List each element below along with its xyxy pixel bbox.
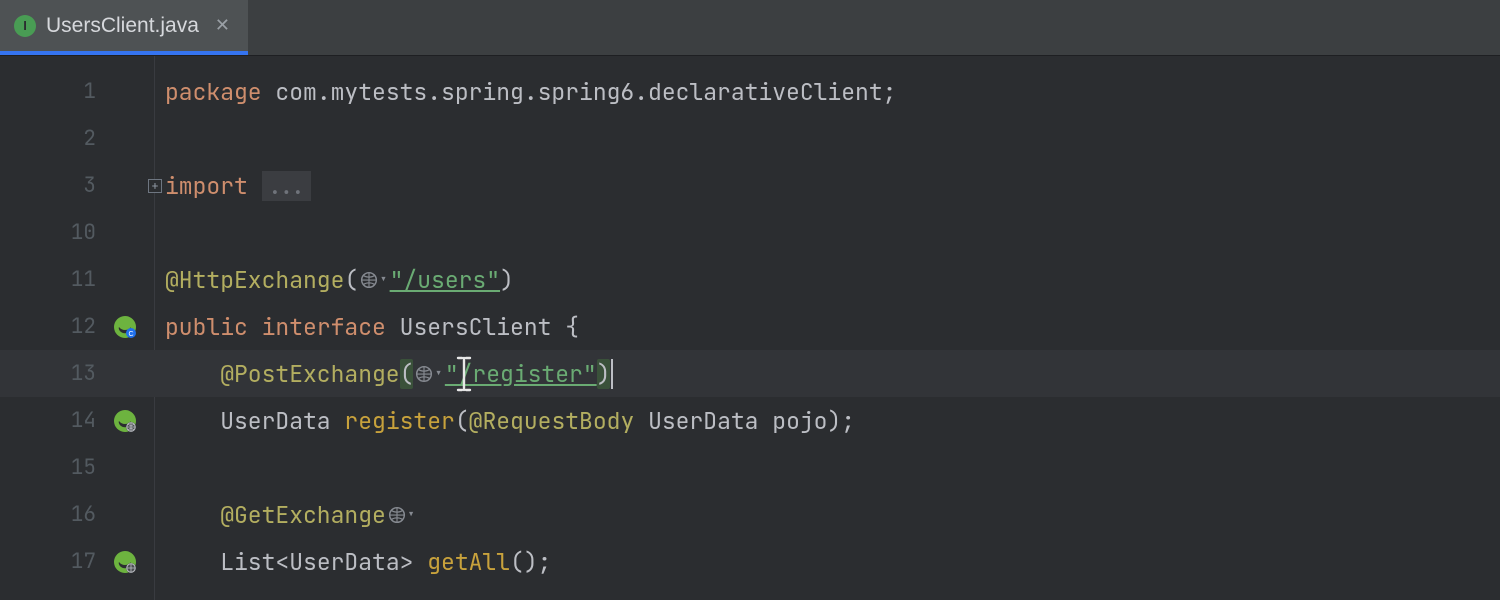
chevron-down-icon: ▾	[379, 271, 387, 289]
annotation: @RequestBody	[469, 406, 635, 436]
spring-web-gutter-icon[interactable]	[112, 549, 138, 575]
keyword: public	[165, 312, 248, 342]
type: UserData	[289, 547, 399, 577]
spring-bean-gutter-icon[interactable]: C	[112, 314, 138, 340]
gutter: 1 2 3 + 10 11 12 C 13 14 15 16	[0, 56, 155, 600]
keyword: interface	[262, 312, 386, 342]
svg-text:C: C	[128, 331, 133, 338]
chevron-down-icon: ▾	[407, 506, 415, 524]
line-number: 1	[56, 78, 96, 105]
annotation: @PostExchange	[220, 359, 399, 389]
tab-bar: I UsersClient.java ✕	[0, 0, 1500, 56]
text-caret	[611, 359, 613, 389]
line-number: 11	[56, 266, 96, 293]
spring-web-gutter-icon[interactable]	[112, 408, 138, 434]
annotation: @HttpExchange	[165, 265, 344, 295]
annotation: @GetExchange	[220, 500, 386, 530]
class-name: UsersClient	[400, 312, 552, 342]
line-number: 13	[56, 360, 96, 387]
line-number: 15	[56, 454, 96, 481]
editor-tab[interactable]: I UsersClient.java ✕	[0, 0, 248, 55]
editor: 1 2 3 + 10 11 12 C 13 14 15 16	[0, 56, 1500, 600]
url-globe-icon[interactable]: ▾	[360, 271, 387, 289]
line-number: 14	[56, 407, 96, 434]
line-number: 12	[56, 313, 96, 340]
url-globe-icon[interactable]: ▾	[388, 506, 415, 524]
method-name: register	[344, 406, 454, 436]
url-globe-icon[interactable]: ▾	[415, 365, 442, 383]
type: List	[220, 547, 275, 577]
chevron-down-icon: ▾	[434, 365, 442, 383]
line-number: 10	[56, 219, 96, 246]
type: UserData	[220, 406, 330, 436]
folded-region[interactable]: ...	[262, 171, 311, 201]
package-name: com.mytests.spring.spring6.declarativeCl…	[275, 77, 882, 107]
close-tab-icon[interactable]: ✕	[215, 15, 230, 36]
interface-file-icon: I	[14, 15, 36, 37]
line-number: 2	[56, 125, 96, 152]
type: UserData	[648, 406, 758, 436]
line-number: 17	[56, 548, 96, 575]
param-name: pojo	[772, 406, 827, 436]
code-area[interactable]: package com.mytests.spring.spring6.decla…	[155, 56, 1500, 600]
method-name: getAll	[427, 547, 510, 577]
string-literal: "/users"	[390, 265, 500, 295]
line-number: 3	[56, 172, 96, 199]
keyword: import	[165, 171, 248, 201]
keyword: package	[165, 77, 262, 107]
line-number: 16	[56, 501, 96, 528]
string-literal: "/register"	[445, 359, 597, 389]
tab-filename: UsersClient.java	[46, 14, 199, 38]
